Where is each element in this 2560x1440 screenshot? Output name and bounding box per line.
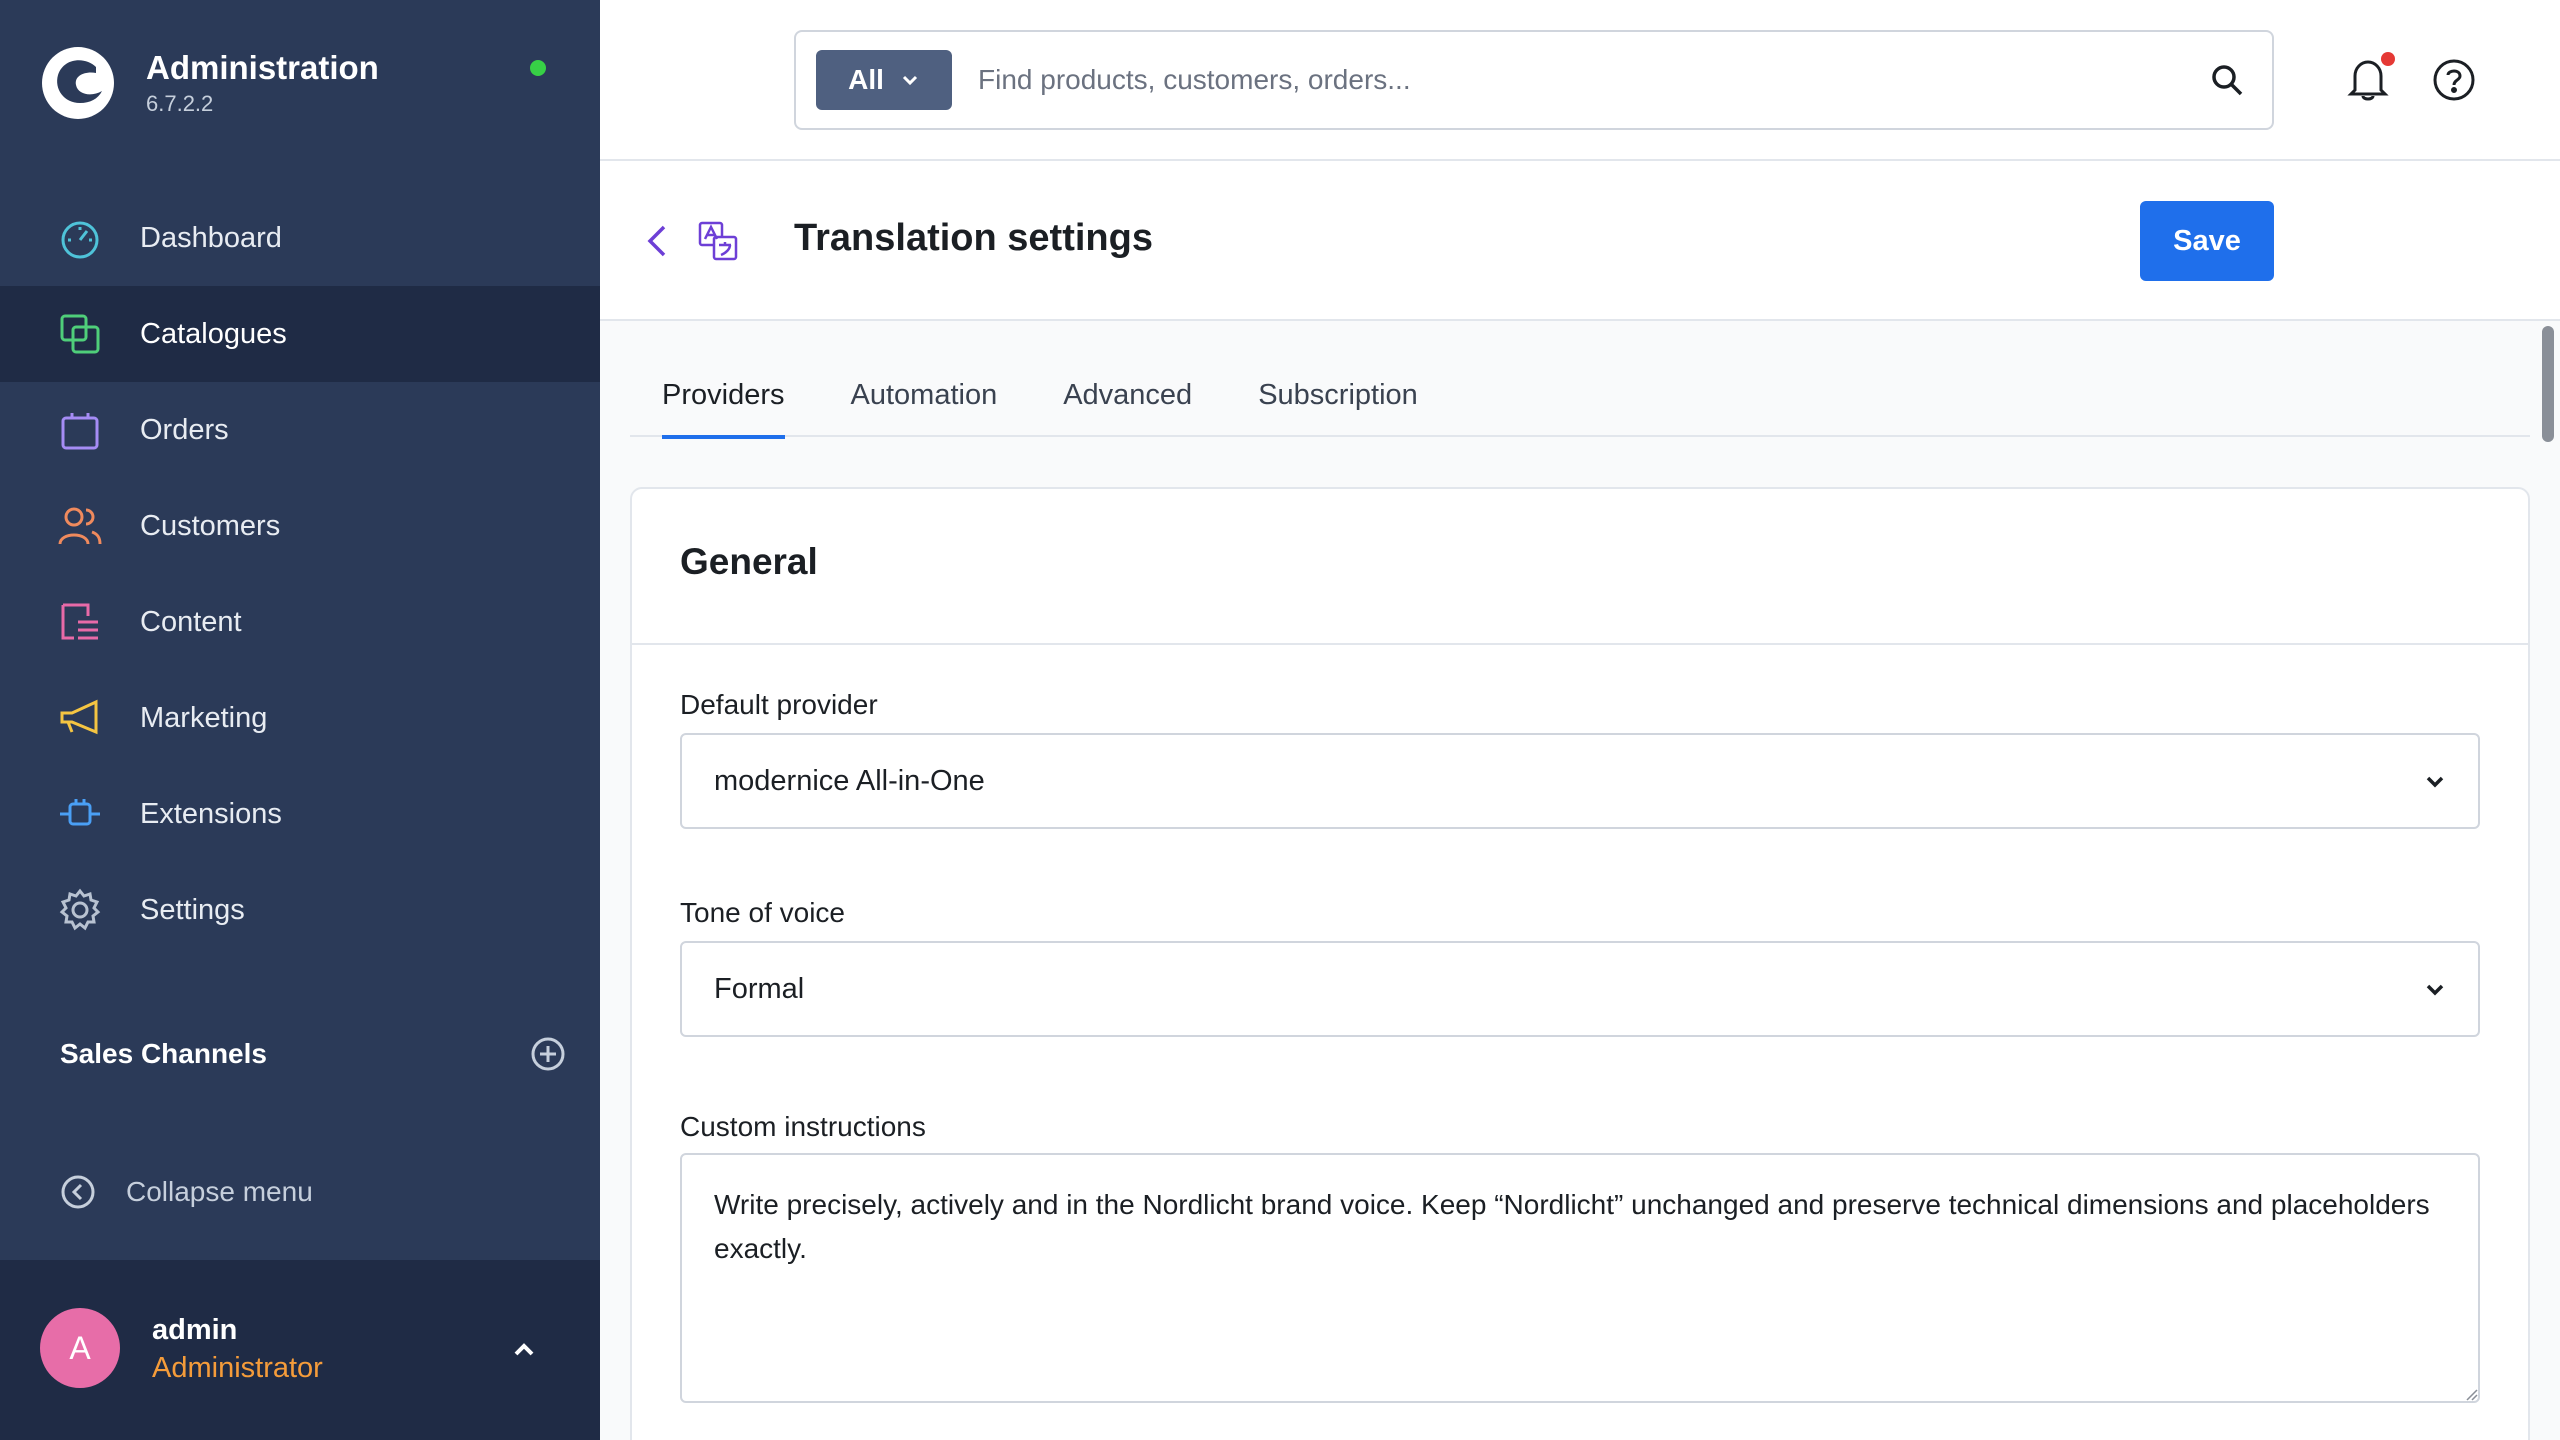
sidebar-item-label: Settings — [140, 893, 245, 926]
sidebar-item-label: Dashboard — [140, 221, 282, 254]
tone-of-voice-select[interactable]: Formal — [680, 941, 2480, 1037]
sales-channels-title: Sales Channels — [60, 1038, 267, 1069]
sidebar-item-catalogues[interactable]: Catalogues — [0, 286, 600, 382]
tab-providers[interactable]: Providers — [662, 353, 785, 439]
default-provider-select[interactable]: modernice All-in-One — [680, 733, 2480, 829]
user-profile[interactable]: A admin Administrator — [0, 1260, 600, 1440]
add-sales-channel-plus-circle-icon[interactable] — [530, 1036, 566, 1072]
sidebar: Administration 6.7.2.2 Dashboard Catalog… — [0, 0, 600, 1440]
sidebar-item-label: Extensions — [140, 797, 282, 830]
settings-tabs: Providers Automation Advanced Subscripti… — [630, 353, 2530, 439]
translate-icon — [698, 221, 738, 261]
notification-badge — [2381, 52, 2395, 66]
collapse-menu-label: Collapse menu — [126, 1176, 313, 1207]
shopware-logo-icon — [42, 47, 114, 119]
sidebar-item-dashboard[interactable]: Dashboard — [0, 190, 600, 286]
default-provider-value: modernice All-in-One — [714, 764, 985, 797]
default-provider-label: Default provider — [680, 689, 878, 720]
chevron-down-icon — [902, 75, 917, 86]
sidebar-item-customers[interactable]: Customers — [0, 478, 600, 574]
back-chevron-icon[interactable] — [644, 223, 672, 259]
card-divider — [632, 643, 2528, 645]
tab-automation[interactable]: Automation — [851, 353, 998, 437]
user-name: admin — [152, 1314, 238, 1346]
search-type-label: All — [848, 64, 884, 95]
sidebar-item-label: Orders — [140, 413, 229, 446]
sidebar-item-extensions[interactable]: Extensions — [0, 766, 600, 862]
sidebar-item-label: Content — [140, 605, 242, 638]
sidebar-item-label: Customers — [140, 509, 281, 542]
user-role: Administrator — [152, 1352, 323, 1384]
sidebar-item-settings[interactable]: Settings — [0, 862, 600, 958]
general-card: General Default provider modernice All-i… — [630, 487, 2530, 1440]
card-title: General — [680, 541, 818, 582]
custom-instructions-label: Custom instructions — [680, 1111, 926, 1142]
megaphone-icon — [58, 696, 102, 740]
resize-grip-icon[interactable] — [2462, 1385, 2478, 1401]
chevron-down-icon — [2426, 984, 2444, 996]
brand[interactable]: Administration 6.7.2.2 — [40, 45, 379, 121]
save-button[interactable]: Save — [2140, 201, 2274, 281]
chevron-up-icon[interactable] — [508, 1334, 540, 1366]
main-nav: Dashboard Catalogues Orders Customers Co… — [0, 190, 600, 958]
tone-of-voice-label: Tone of voice — [680, 897, 845, 928]
app-version: 6.7.2.2 — [146, 91, 214, 116]
custom-instructions-textarea[interactable]: Write precisely, actively and in the Nor… — [680, 1153, 2480, 1403]
customers-icon — [58, 504, 102, 548]
avatar: A — [40, 1308, 120, 1388]
sidebar-item-marketing[interactable]: Marketing — [0, 670, 600, 766]
plug-icon — [58, 792, 102, 836]
app-title: Administration — [146, 49, 379, 86]
search-icon — [2212, 65, 2243, 96]
global-search: All — [794, 30, 2274, 130]
main-content: Providers Automation Advanced Subscripti… — [600, 323, 2560, 1440]
notifications-button[interactable] — [2345, 52, 2395, 107]
help-button[interactable] — [2432, 58, 2476, 107]
help-question-icon — [2433, 59, 2475, 101]
topbar: All — [600, 0, 2560, 161]
chevron-down-icon — [2426, 776, 2444, 788]
catalogues-icon — [58, 312, 102, 356]
sidebar-item-label: Marketing — [140, 701, 268, 734]
page-title: Translation settings — [794, 217, 1153, 259]
gear-icon — [58, 888, 102, 932]
tab-subscription[interactable]: Subscription — [1258, 353, 1418, 437]
search-button[interactable] — [2182, 50, 2272, 110]
sidebar-item-content[interactable]: Content — [0, 574, 600, 670]
search-type-dropdown[interactable]: All — [816, 50, 952, 110]
status-indicator — [530, 60, 546, 76]
dashboard-gauge-icon — [58, 216, 102, 260]
sidebar-item-label: Catalogues — [140, 317, 287, 350]
sales-channels-section: Sales Channels — [60, 1036, 565, 1072]
chevron-left-circle-icon — [61, 1175, 95, 1209]
content-icon — [58, 600, 102, 644]
page-header: Translation settings Save — [600, 161, 2560, 321]
tab-advanced[interactable]: Advanced — [1063, 353, 1192, 437]
search-input[interactable] — [978, 64, 2182, 96]
collapse-menu-button[interactable]: Collapse menu — [60, 1174, 313, 1210]
orders-bag-icon — [58, 408, 102, 452]
tone-of-voice-value: Formal — [714, 972, 805, 1005]
page-scrollbar[interactable] — [2542, 326, 2554, 442]
sidebar-item-orders[interactable]: Orders — [0, 382, 600, 478]
